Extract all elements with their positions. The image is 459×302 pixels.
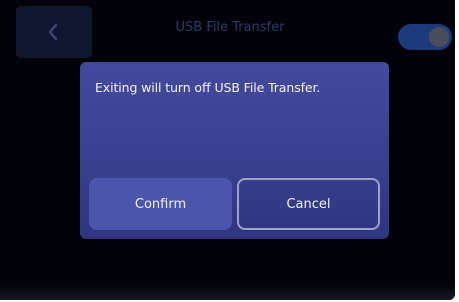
dialog-message: Exiting will turn off USB File Transfer. (95, 80, 321, 95)
chevron-left-icon (48, 23, 58, 41)
confirm-button[interactable]: Confirm (89, 178, 232, 230)
toggle-knob (429, 27, 449, 47)
screen: USB File Transfer Exiting will turn off … (0, 0, 459, 302)
confirm-exit-dialog: Exiting will turn off USB File Transfer.… (80, 62, 389, 239)
device-display: USB File Transfer Exiting will turn off … (0, 0, 455, 300)
cancel-button[interactable]: Cancel (237, 178, 380, 230)
back-button[interactable] (16, 6, 92, 58)
usb-transfer-toggle[interactable] (398, 24, 452, 50)
page-title: USB File Transfer (175, 20, 285, 35)
